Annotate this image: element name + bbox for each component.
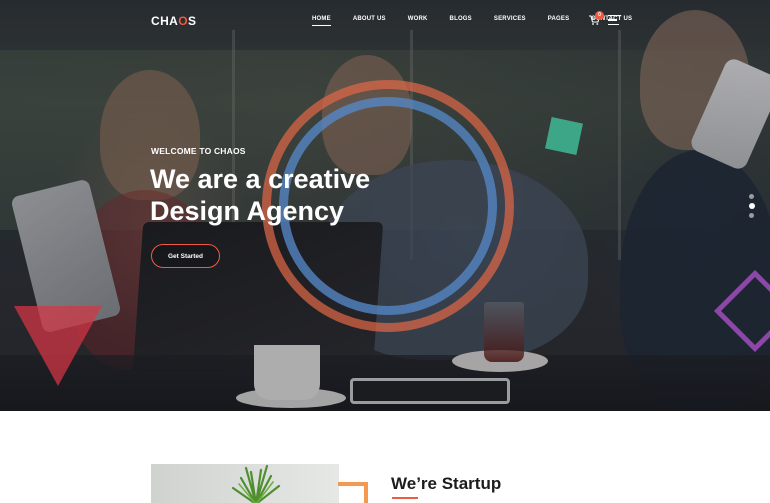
get-started-button[interactable]: Get Started xyxy=(151,244,220,268)
slider-pagination xyxy=(748,194,755,222)
decorative-orange-frame xyxy=(338,482,368,503)
section-title-startup: We’re Startup xyxy=(391,474,502,493)
menu-icon-line xyxy=(608,23,619,26)
hero-eyebrow: WELCOME TO CHAOS xyxy=(151,146,246,156)
nav-item-home[interactable]: HOME xyxy=(312,16,331,26)
nav-item-services[interactable]: SERVICES xyxy=(494,16,526,22)
logo-text-end: S xyxy=(187,14,197,28)
hero-title-line-2: Design Agency xyxy=(150,196,345,226)
slider-dot-2[interactable] xyxy=(748,203,755,209)
nav-item-pages[interactable]: PAGES xyxy=(548,16,570,22)
hero-title-line-1: We are a creative xyxy=(150,164,371,194)
about-image xyxy=(151,464,339,503)
section-title-underline xyxy=(392,497,418,499)
plant-illustration xyxy=(231,464,281,503)
decorative-triangle-shape xyxy=(14,306,102,386)
nav-item-about-us[interactable]: ABOUT US xyxy=(353,16,386,22)
slider-dot-3[interactable] xyxy=(749,213,754,218)
hamburger-menu-icon[interactable] xyxy=(608,15,621,26)
nav-item-blogs[interactable]: BLOGS xyxy=(450,16,472,22)
menu-icon-line xyxy=(608,15,621,17)
slider-dot-1[interactable] xyxy=(749,194,754,199)
logo-text-accent: O xyxy=(178,14,188,28)
site-logo[interactable]: CHAOS xyxy=(151,14,196,28)
nav-item-work[interactable]: WORK xyxy=(408,16,428,22)
decorative-square-shape xyxy=(545,117,583,155)
logo-text-start: CHA xyxy=(151,14,179,28)
hero-title: We are a creative Design Agency xyxy=(150,163,470,227)
cart-count-badge: 0 xyxy=(595,11,604,20)
menu-icon-line xyxy=(608,19,617,21)
